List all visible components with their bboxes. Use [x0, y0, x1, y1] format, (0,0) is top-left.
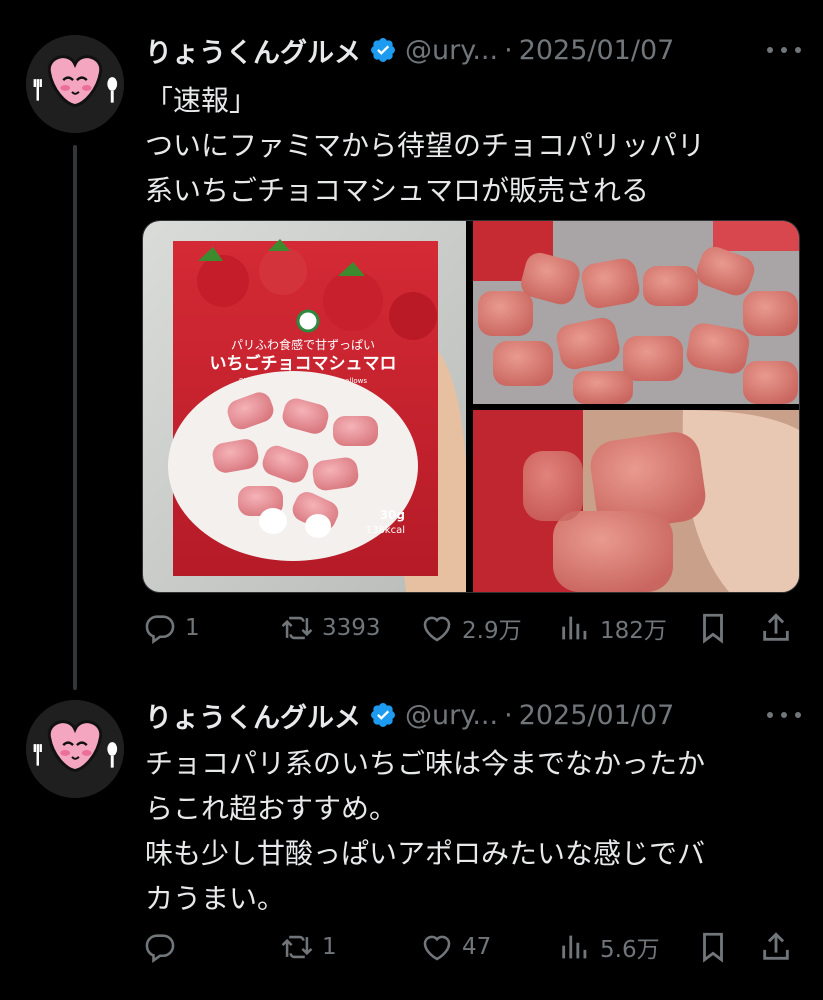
- avatar[interactable]: [26, 35, 124, 133]
- bookmark-icon: [696, 611, 730, 645]
- reply-icon: [143, 930, 177, 964]
- peach-avatar-icon: [26, 700, 124, 798]
- more-icon[interactable]: [767, 40, 801, 60]
- bookmark-button[interactable]: [696, 927, 738, 967]
- views-button[interactable]: 182万: [558, 608, 667, 648]
- tweet-header: りょうくんグルメ @ury... · 2025/01/07: [145, 695, 674, 735]
- views-icon: [558, 930, 592, 964]
- like-button[interactable]: 47: [420, 927, 491, 967]
- author-handle[interactable]: @ury...: [405, 35, 498, 66]
- tweet-text: 「速報」 ついにファミマから待望のチョコパリッパリ 系いちごチョコマシュマロが販…: [145, 78, 795, 213]
- like-icon: [420, 611, 454, 645]
- retweet-count: 3393: [322, 615, 381, 641]
- package-kcal: 138kcal: [366, 525, 405, 536]
- tweet-date[interactable]: 2025/01/07: [519, 700, 675, 731]
- tweet-text-line: 系いちごチョコマシュマロが販売される: [145, 174, 650, 207]
- views-button[interactable]: 5.6万: [558, 927, 660, 967]
- bookmark-button[interactable]: [696, 608, 738, 648]
- author-handle[interactable]: @ury...: [405, 700, 498, 731]
- retweet-icon: [280, 611, 314, 645]
- author-name[interactable]: りょうくんグルメ: [145, 31, 361, 70]
- share-icon: [759, 611, 793, 645]
- peach-avatar-icon: [26, 35, 124, 133]
- verified-badge-icon: [369, 701, 397, 729]
- package-title: いちごチョコマシュマロ: [210, 353, 397, 374]
- separator: ·: [504, 699, 513, 731]
- retweet-icon: [280, 930, 314, 964]
- package-weight: 30g: [380, 508, 405, 522]
- views-icon: [558, 611, 592, 645]
- bookmark-icon: [696, 930, 730, 964]
- retweet-button[interactable]: 1: [280, 927, 337, 967]
- media-grid: パリふわ食感で甘ずっぱい いちごチョコマシュマロ Strawberry Choc…: [143, 221, 799, 592]
- share-icon: [759, 930, 793, 964]
- package-tagline: パリふわ食感で甘ずっぱい: [231, 337, 375, 352]
- more-icon[interactable]: [767, 705, 801, 725]
- marshmallows-tray-photo[interactable]: [473, 221, 799, 404]
- tweet-actions: 1 3393 2.9万 182万: [143, 608, 798, 648]
- tweet-text-line: チョコパリ系のいちご味は今までなかったか: [145, 747, 706, 780]
- like-count: 47: [462, 934, 492, 960]
- reply-icon: [143, 611, 177, 645]
- views-count: 182万: [600, 618, 667, 644]
- tweet-text-line: カうまい。: [145, 882, 286, 915]
- marshmallow-closeup-photo[interactable]: [473, 410, 799, 592]
- like-count: 2.9万: [462, 618, 522, 644]
- tweet-text-line: ついにファミマから待望のチョコパリッパリ: [145, 129, 706, 162]
- retweet-button[interactable]: 3393: [280, 608, 381, 648]
- tweet-text: チョコパリ系のいちご味は今までなかったか らこれ超おすすめ。 味も少し甘酸っぱい…: [145, 741, 795, 921]
- reply-count: 1: [185, 615, 200, 641]
- tweet-text-line: 「速報」: [145, 84, 258, 117]
- like-icon: [420, 930, 454, 964]
- tweet-text-line: らこれ超おすすめ。: [145, 792, 398, 825]
- thread-line: [73, 145, 77, 690]
- package-photo[interactable]: パリふわ食感で甘ずっぱい いちごチョコマシュマロ Strawberry Choc…: [143, 221, 466, 592]
- reply-button[interactable]: 1: [143, 608, 200, 648]
- author-name[interactable]: りょうくんグルメ: [145, 696, 361, 735]
- views-count: 5.6万: [600, 937, 660, 963]
- retweet-count: 1: [322, 934, 337, 960]
- tweet-actions: 1 47 5.6万: [143, 927, 798, 967]
- tweet-media[interactable]: パリふわ食感で甘ずっぱい いちごチョコマシュマロ Strawberry Choc…: [142, 220, 800, 593]
- reply-button[interactable]: [143, 927, 185, 967]
- share-button[interactable]: [759, 927, 801, 967]
- share-button[interactable]: [759, 608, 801, 648]
- tweet-header: りょうくんグルメ @ury... · 2025/01/07: [145, 30, 674, 70]
- tweet-date[interactable]: 2025/01/07: [519, 35, 675, 66]
- avatar[interactable]: [26, 700, 124, 798]
- verified-badge-icon: [369, 36, 397, 64]
- tweet-text-line: 味も少し甘酸っぱいアポロみたいな感じでバ: [145, 837, 706, 870]
- like-button[interactable]: 2.9万: [420, 608, 522, 648]
- separator: ·: [504, 34, 513, 66]
